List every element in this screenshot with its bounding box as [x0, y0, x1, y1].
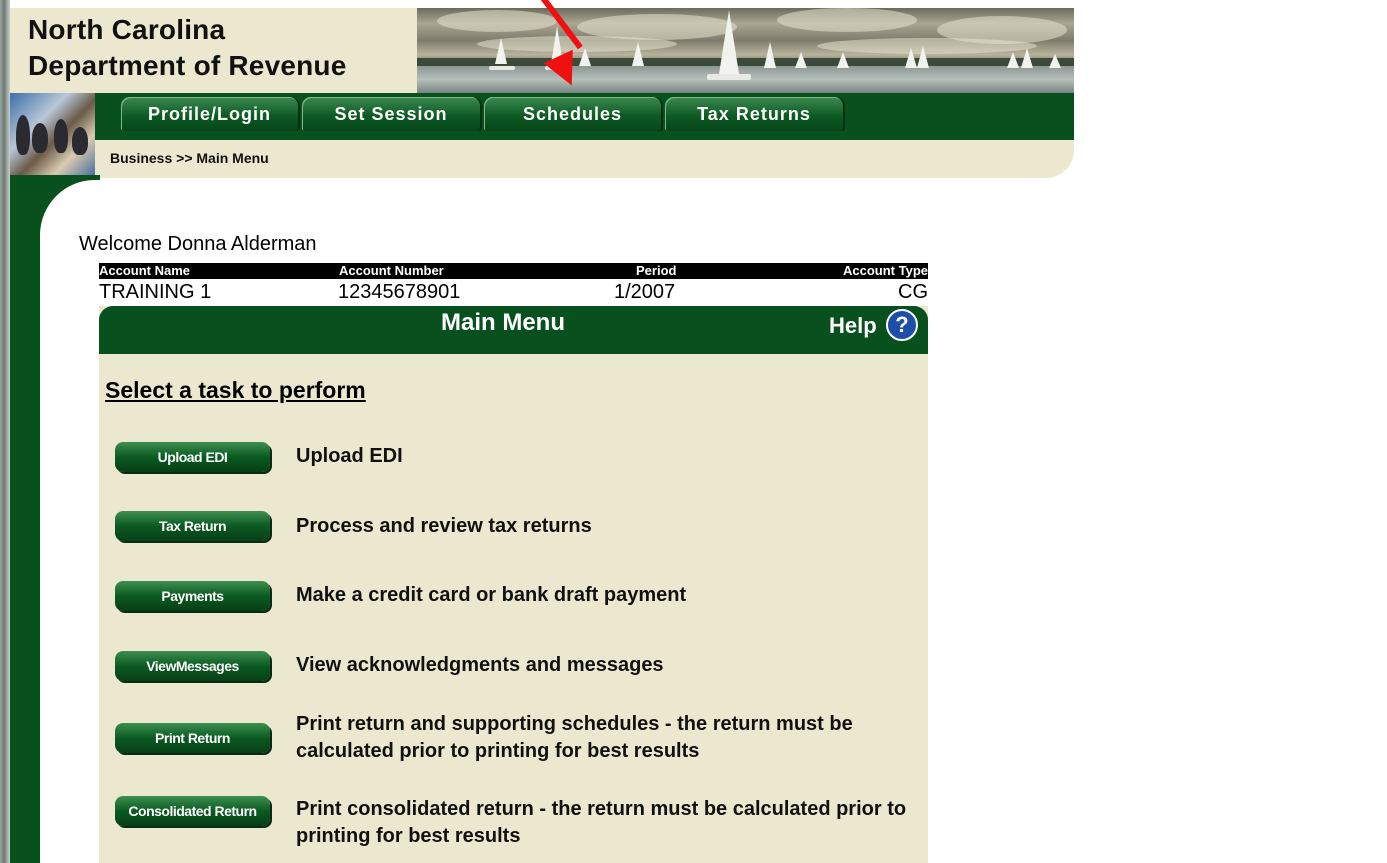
site-header-title: North Carolina Department of Revenue: [10, 8, 417, 93]
account-number-value: 12345678901: [338, 281, 461, 303]
tax-return-button[interactable]: Tax Return: [115, 511, 270, 541]
help-link[interactable]: Help: [829, 313, 877, 339]
upload-edi-description: Upload EDI: [296, 445, 403, 467]
view-messages-description: View acknowledgments and messages: [296, 654, 664, 676]
consolidated-return-description: Print consolidated return - the return m…: [296, 798, 907, 847]
account-header-row: Account Name Account Number Period Accou…: [99, 263, 928, 279]
left-frame: [10, 175, 40, 863]
account-number-header: Account Number: [339, 263, 444, 278]
period-header: Period: [636, 263, 677, 278]
breadcrumb: Business >> Main Menu: [110, 150, 269, 166]
left-frame-curve: [40, 175, 100, 240]
upload-edi-button[interactable]: Upload EDI: [115, 442, 270, 472]
sailboat-banner-image: [417, 8, 1074, 93]
payments-description: Make a credit card or bank draft payment: [296, 584, 687, 606]
payments-button[interactable]: Payments: [115, 581, 270, 611]
business-people-photo: [10, 93, 95, 175]
tab-tax-returns[interactable]: Tax Returns: [665, 97, 843, 131]
window-top-edge: [0, 0, 1387, 8]
account-name-value: TRAINING 1: [99, 281, 212, 303]
print-return-button[interactable]: Print Return: [115, 723, 270, 753]
task-heading: Select a task to perform: [105, 377, 366, 403]
welcome-message: Welcome Donna Alderman: [79, 233, 317, 255]
tax-return-description: Process and review tax returns: [296, 515, 592, 537]
period-value: 1/2007: [614, 281, 676, 303]
window-left-edge: [0, 0, 10, 863]
help-icon[interactable]: ?: [886, 309, 918, 341]
print-return-description: Print return and supporting schedules - …: [296, 713, 853, 762]
account-type-header: Account Type: [843, 263, 928, 278]
panel-title: Main Menu: [441, 309, 565, 336]
tab-schedules[interactable]: Schedules: [484, 97, 661, 131]
account-type-value: CG: [898, 281, 928, 303]
consolidated-return-button[interactable]: Consolidated Return: [115, 796, 270, 826]
tab-set-session[interactable]: Set Session: [302, 97, 480, 131]
tab-profile-login[interactable]: Profile/Login: [121, 97, 298, 131]
view-messages-button[interactable]: ViewMessages: [115, 651, 270, 681]
site-title-line1: North Carolina: [28, 14, 226, 45]
account-name-header: Account Name: [99, 263, 191, 278]
site-title-line2: Department of Revenue: [28, 50, 347, 81]
